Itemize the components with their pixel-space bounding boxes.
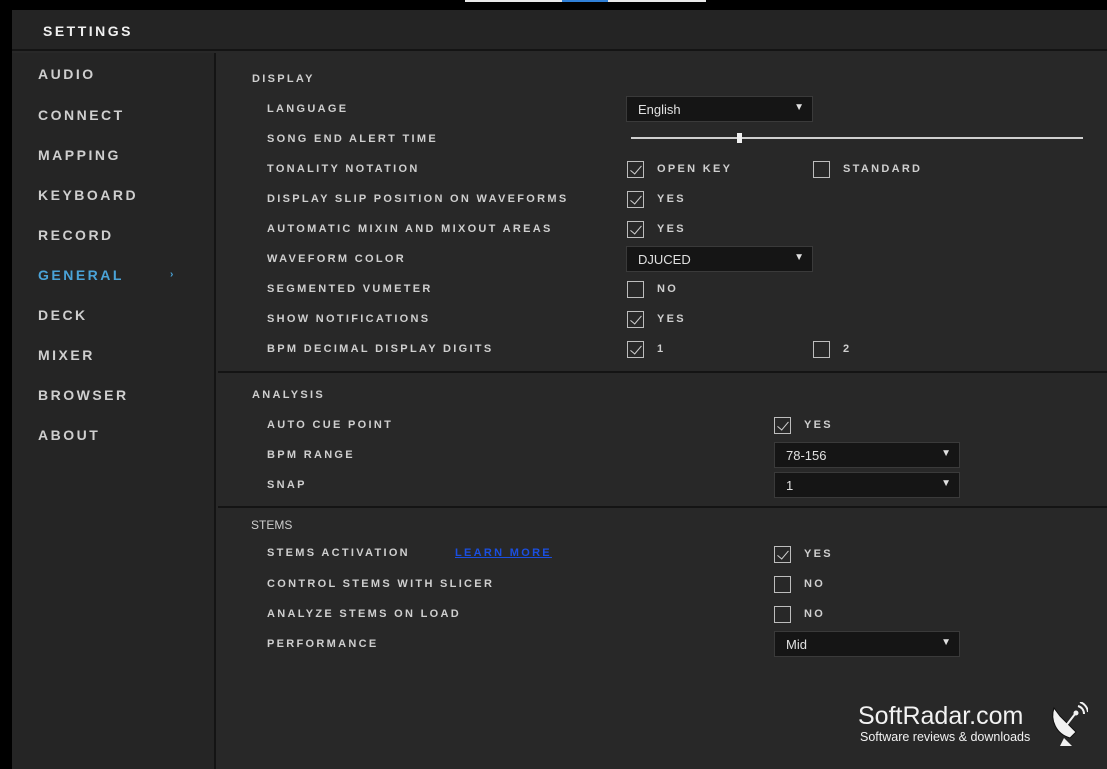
auto-cue-option: YES (804, 419, 833, 431)
sidebar-item-browser[interactable]: BROWSER (38, 387, 208, 407)
chevron-down-icon: ▼ (941, 448, 951, 459)
performance-label: PERFORMANCE (267, 638, 379, 650)
analyze-stems-label: ANALYZE STEMS ON LOAD (267, 608, 461, 620)
tonality-label: TONALITY NOTATION (267, 163, 420, 175)
chevron-down-icon: ▼ (794, 252, 804, 263)
bpm-digits-1-checkbox[interactable] (627, 341, 644, 358)
open-key-checkbox[interactable] (627, 161, 644, 178)
bpm-digits-label: BPM DECIMAL DISPLAY DIGITS (267, 343, 494, 355)
sidebar-item-about[interactable]: ABOUT (38, 427, 208, 447)
performance-select[interactable]: Mid ▼ (774, 631, 960, 657)
softradar-watermark: SoftRadar.com Software reviews & downloa… (858, 702, 1098, 750)
notifications-option: YES (657, 313, 686, 325)
learn-more-link[interactable]: LEARN MORE (455, 547, 552, 559)
snap-select[interactable]: 1 ▼ (774, 472, 960, 498)
sidebar-item-record[interactable]: RECORD (38, 227, 208, 247)
auto-cue-label: AUTO CUE POINT (267, 419, 394, 431)
section-title-stems: STEMS (251, 518, 293, 532)
mixin-option: YES (657, 223, 686, 235)
stems-activation-checkbox[interactable] (774, 546, 791, 563)
snap-value: 1 (786, 478, 794, 493)
open-key-label: OPEN KEY (657, 163, 733, 175)
settings-content: DISPLAY LANGUAGE English ▼ SONG END ALER… (218, 53, 1107, 769)
notifications-label: SHOW NOTIFICATIONS (267, 313, 431, 325)
language-label: LANGUAGE (267, 103, 349, 115)
watermark-name: SoftRadar.com (858, 702, 1024, 730)
sidebar-item-mixer[interactable]: MIXER (38, 347, 208, 367)
analyze-stems-checkbox[interactable] (774, 606, 791, 623)
stems-slicer-checkbox[interactable] (774, 576, 791, 593)
bpm-range-select[interactable]: 78-156 ▼ (774, 442, 960, 468)
sidebar-item-mapping[interactable]: MAPPING (38, 147, 208, 167)
satellite-dish-icon (1052, 702, 1088, 746)
notifications-checkbox[interactable] (627, 311, 644, 328)
chevron-down-icon: ▼ (794, 102, 804, 113)
sidebar-item-deck[interactable]: DECK (38, 307, 208, 327)
settings-window: SETTINGS AUDIO CONNECT MAPPING KEYBOARD … (12, 10, 1107, 769)
auto-cue-checkbox[interactable] (774, 417, 791, 434)
section-title-analysis: ANALYSIS (252, 389, 326, 401)
sidebar-item-audio[interactable]: AUDIO (38, 66, 208, 86)
chevron-right-icon: › (170, 269, 176, 280)
sidebar-item-general[interactable]: GENERAL › (38, 267, 208, 287)
sidebar-item-label: GENERAL (38, 267, 124, 283)
vumeter-label: SEGMENTED VUMETER (267, 283, 433, 295)
waveform-color-select[interactable]: DJUCED ▼ (626, 246, 813, 272)
top-window-edge-accent (562, 0, 608, 2)
language-select[interactable]: English ▼ (626, 96, 813, 122)
vumeter-option: NO (657, 283, 679, 295)
slip-position-checkbox[interactable] (627, 191, 644, 208)
section-divider (218, 371, 1107, 373)
standard-checkbox[interactable] (813, 161, 830, 178)
bpm-range-label: BPM RANGE (267, 449, 355, 461)
stems-slicer-label: CONTROL STEMS WITH SLICER (267, 578, 495, 590)
stems-activation-label: STEMS ACTIVATION (267, 547, 410, 559)
song-end-alert-label: SONG END ALERT TIME (267, 133, 439, 145)
sidebar-item-keyboard[interactable]: KEYBOARD (38, 187, 208, 207)
bpm-digits-1-label: 1 (657, 343, 666, 355)
stems-activation-option: YES (804, 548, 833, 560)
slip-position-option: YES (657, 193, 686, 205)
watermark-tagline: Software reviews & downloads (860, 730, 1031, 744)
vumeter-checkbox[interactable] (627, 281, 644, 298)
waveform-color-label: WAVEFORM COLOR (267, 253, 406, 265)
snap-label: SNAP (267, 479, 307, 491)
song-end-alert-slider-track[interactable] (631, 137, 1083, 139)
performance-value: Mid (786, 637, 807, 652)
bpm-digits-2-label: 2 (843, 343, 852, 355)
stems-slicer-option: NO (804, 578, 826, 590)
chevron-down-icon: ▼ (941, 637, 951, 648)
section-divider (218, 506, 1107, 508)
song-end-alert-slider-thumb[interactable] (737, 133, 743, 143)
bpm-range-value: 78-156 (786, 448, 827, 463)
mixin-label: AUTOMATIC MIXIN AND MIXOUT AREAS (267, 223, 553, 235)
waveform-color-value: DJUCED (638, 252, 691, 267)
language-value: English (638, 102, 681, 117)
analyze-stems-option: NO (804, 608, 826, 620)
sidebar-item-connect[interactable]: CONNECT (38, 107, 208, 127)
bpm-digits-2-checkbox[interactable] (813, 341, 830, 358)
page-title: SETTINGS (43, 23, 134, 39)
settings-sidebar: AUDIO CONNECT MAPPING KEYBOARD RECORD GE… (12, 53, 216, 769)
section-title-display: DISPLAY (252, 73, 315, 85)
standard-label: STANDARD (843, 163, 923, 175)
settings-header: SETTINGS (12, 10, 1107, 51)
mixin-checkbox[interactable] (627, 221, 644, 238)
chevron-down-icon: ▼ (941, 478, 951, 489)
slip-position-label: DISPLAY SLIP POSITION ON WAVEFORMS (267, 193, 569, 205)
